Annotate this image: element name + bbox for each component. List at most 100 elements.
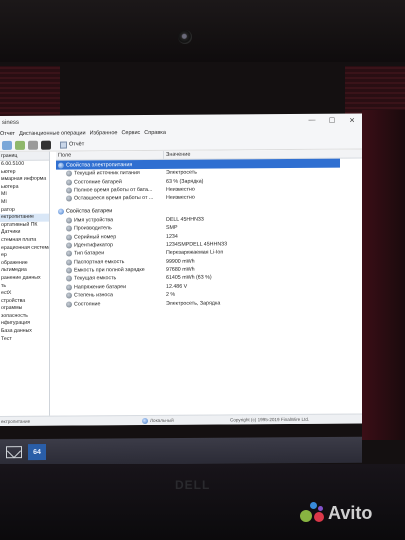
status-mid: Локальный [62, 417, 230, 424]
battery-icon [58, 208, 64, 215]
detail-value: 99900 mWh [166, 258, 195, 265]
field-label: Серийный номер [74, 233, 117, 241]
detail-field: Текущий источник питания [56, 170, 164, 177]
property-icon [66, 275, 72, 283]
detail-value: 63 % (Зарядка) [166, 178, 204, 185]
property-icon [66, 250, 72, 257]
field-label: Емкость при полной зарядке [74, 267, 145, 274]
property-icon [66, 267, 72, 274]
field-label: Паспортная емкость [74, 258, 125, 266]
detail-value: 61405 mWh (63 %) [166, 275, 212, 282]
detail-field: Имя устройства [56, 217, 164, 224]
detail-field: Состояние батарей [56, 178, 164, 186]
detail-value: Неизвестно [166, 194, 195, 202]
user-icon[interactable] [28, 140, 38, 150]
window-title: siness [2, 119, 20, 126]
battery-section-title: Свойства батареи [66, 208, 113, 215]
detail-field: Идентификатор [56, 242, 164, 249]
detail-field: Напряжение батареи [56, 284, 164, 291]
property-icon [66, 234, 72, 241]
computer-icon [142, 417, 148, 424]
detail-value: 2 % [166, 292, 176, 299]
monitor-icon[interactable] [41, 140, 51, 150]
navigation-tree: границ 6.00.5100 ьютер ммарная информа ьюте… [0, 151, 50, 424]
menu-remote[interactable]: Дистанционные операции [19, 130, 86, 136]
webcam-icon [178, 30, 192, 44]
field-label: Тип батареи [74, 250, 105, 257]
tree-item[interactable]: ммарная информа [0, 176, 49, 184]
field-label: Состояние [74, 300, 101, 308]
detail-field: Оставшееся время работы от ... [56, 195, 164, 202]
property-icon [66, 195, 72, 202]
field-label: Напряжение батареи [74, 283, 127, 291]
report-label: Отчёт [69, 141, 85, 148]
detail-field: Производитель [56, 225, 164, 232]
menu-help[interactable]: Справка [144, 130, 166, 136]
laptop-bezel [0, 0, 405, 62]
field-label: Состояние батарей [74, 178, 122, 186]
mail-icon[interactable] [6, 446, 22, 459]
property-icon [66, 217, 72, 224]
tree-header: границ [0, 151, 49, 161]
refresh-icon[interactable] [15, 140, 25, 150]
field-label: Текущая емкость [74, 275, 117, 282]
detail-value: Электросеть [166, 169, 197, 177]
column-value[interactable]: Значение [164, 149, 362, 158]
menu-favorites[interactable]: Избранное [90, 130, 118, 136]
detail-value: Неизвестно [166, 186, 195, 193]
field-label: Степень износа [74, 292, 113, 299]
report-button[interactable]: Отчёт [60, 141, 85, 149]
taskbar-app-button[interactable]: 64 [28, 443, 46, 461]
field-label: Идентификатор [74, 242, 113, 249]
detail-field: Текущая емкость [56, 275, 164, 283]
detail-value: Электросеть, Зарядка [166, 300, 221, 307]
minimize-button[interactable]: — [302, 117, 322, 124]
status-left: ектропитание [1, 418, 31, 424]
detail-value: 97680 mWh [166, 266, 195, 273]
column-field[interactable]: Поле [56, 150, 164, 160]
detail-field: Паспортная емкость [56, 259, 164, 266]
detail-field: Степень износа [56, 292, 164, 299]
detail-row[interactable]: Состояние Электросеть, Зарядка [56, 298, 362, 309]
details-panel: Поле Значение Свойства электропитания Те… [56, 149, 362, 424]
screen: siness — ☐ ✕ Отчет Дистанционные операци… [0, 113, 362, 427]
property-icon [66, 259, 72, 266]
back-icon[interactable] [2, 140, 12, 150]
detail-value: 1234SMPDELL 45HHN33 [166, 241, 228, 248]
field-label: Полное время работы от бата... [74, 186, 153, 194]
field-label: Текущий источник питания [74, 170, 140, 177]
report-icon [60, 141, 67, 149]
detail-value: DELL 45HHN33 [166, 216, 204, 223]
avito-logo-icon [300, 502, 324, 524]
detail-value: Перезаряжаемая Li-Ion [166, 249, 224, 257]
tree-item[interactable]: ерационная система [0, 244, 50, 252]
property-icon [66, 292, 72, 299]
detail-value: SMP [166, 224, 178, 231]
maximize-button[interactable]: ☐ [322, 116, 342, 124]
menu-service[interactable]: Сервис [121, 130, 140, 136]
field-label: Имя устройства [74, 216, 114, 224]
property-icon [66, 225, 72, 232]
power-section-title: Свойства электропитания [66, 161, 133, 169]
power-icon [58, 162, 64, 169]
close-button[interactable]: ✕ [342, 116, 362, 124]
menu-report[interactable]: Отчет [0, 131, 15, 137]
property-icon [66, 284, 72, 291]
watermark: Avito [300, 502, 372, 524]
tree-item[interactable]: Тест [0, 335, 49, 343]
property-icon [66, 187, 72, 194]
field-label: Оставшееся время работы от ... [74, 195, 154, 202]
status-mid-label: Локальный [150, 417, 174, 423]
detail-value: 1234 [166, 233, 178, 240]
taskbar: 64 [0, 436, 362, 466]
watermark-text: Avito [328, 502, 373, 523]
detail-value: 12.486 V [166, 283, 188, 290]
detail-field: Емкость при полной зарядке [56, 267, 164, 274]
detail-field: Тип батареи [56, 250, 164, 257]
detail-field: Состояние [56, 301, 164, 308]
screen-edge [362, 110, 405, 440]
property-icon [66, 179, 72, 186]
status-copyright: Copyright (c) 1995-2019 FinalWire Ltd. [230, 416, 310, 423]
brand-logo: DELL [175, 478, 211, 492]
field-label: Производитель [74, 225, 112, 232]
